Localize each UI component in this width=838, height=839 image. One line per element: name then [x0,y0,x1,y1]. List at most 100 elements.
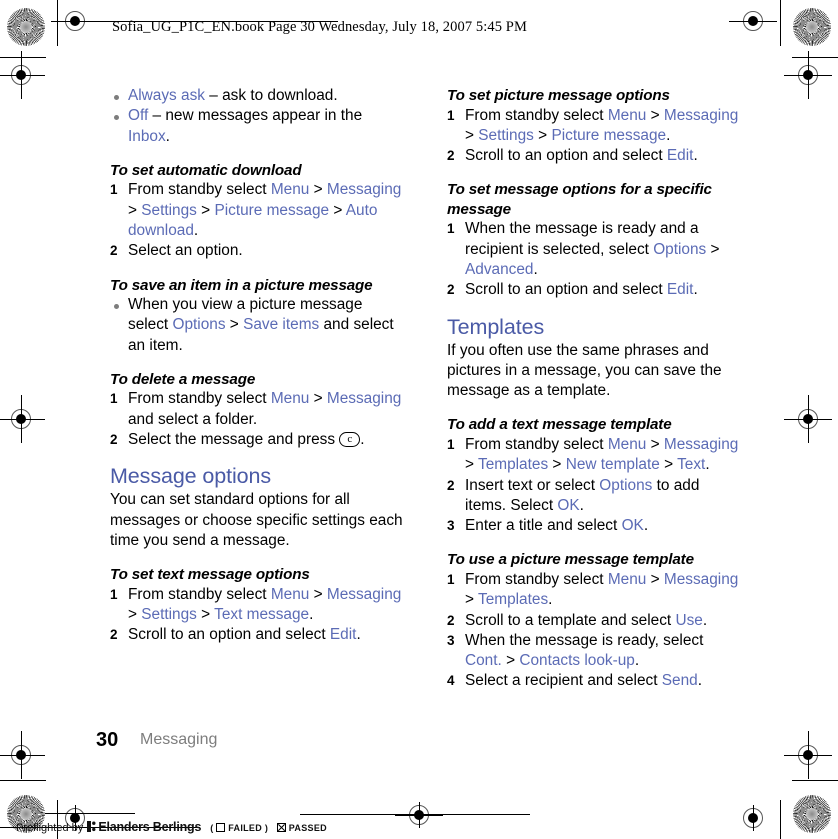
registration-mark-upper-right [784,51,832,99]
ui-path-link[interactable]: Send [662,672,698,689]
steps-text-message-options: From standby select Menu > Messaging > S… [110,585,405,646]
list-item: When you view a picture message select O… [110,295,405,356]
preflight-passed-label: PASSED [288,823,327,833]
list-item: Enter a title and select OK. [447,516,742,537]
path-separator: > [465,591,478,609]
preflight-prefix: Preflighted by [16,822,84,834]
print-rosette-target-top-right [793,8,831,46]
step-text: Scroll to an option and select [465,147,667,165]
ui-path-link[interactable]: Edit [330,626,357,643]
step-text: . [702,611,708,629]
ui-path-link[interactable]: New template [566,456,660,473]
ui-path-link[interactable]: Options [599,477,652,494]
list-item: From standby select Menu > Messaging > T… [447,435,742,476]
ui-path-link[interactable]: Cont. [465,652,502,669]
list-item: When the message is ready and a recipien… [447,219,742,280]
list-item: Always ask – ask to download. [110,86,405,106]
preflight-brand: Elanders Berlings [98,820,202,834]
heading-to-save-item: To save an item in a picture message [110,276,373,294]
ui-path-link[interactable]: Templates [478,591,548,608]
heading-to-add-text-message-template: To add a text message template [447,416,672,434]
ui-path-link[interactable]: OK [622,517,644,534]
registration-mark-lower-right [784,731,832,779]
ui-path-link[interactable]: Messaging [327,181,401,198]
heading-to-set-options-specific-message: To set message options for a specific me… [447,181,712,218]
step-text: . [193,221,199,239]
heading-to-set-text-message-options: To set text message options [110,566,310,584]
ui-path-link[interactable]: OK [557,497,579,514]
message-options-body: You can set standard options for all mes… [110,491,403,549]
ui-path-link[interactable]: Options [653,241,706,258]
step-text: Scroll to an option and select [465,281,667,299]
heading-to-set-picture-message-options: To set picture message options [447,87,670,104]
step-text: Enter a title and select [465,517,622,535]
option-inbox-link[interactable]: Inbox [128,128,166,145]
path-separator: > [501,652,520,670]
ui-path-link[interactable]: Picture message [214,202,329,219]
step-text: When the message is ready, select [465,631,704,649]
ui-path-link[interactable]: Menu [608,107,647,124]
list-item: Insert text or select Options to add ite… [447,476,742,517]
trim-rule-bottom-left-h2 [0,780,46,781]
ui-path-link[interactable]: Menu [271,181,310,198]
step-text: Scroll to an option and select [128,626,330,644]
ui-path-link[interactable]: Settings [141,202,197,219]
ui-path-link[interactable]: Messaging [664,107,738,124]
ui-path-link[interactable]: Advanced [465,261,533,278]
step-text: Select a recipient and select [465,672,662,690]
registration-mark-mid-left [0,395,45,443]
step-text: . [533,260,538,278]
ui-path-link[interactable]: Menu [271,390,310,407]
ui-path-link[interactable]: Messaging [327,586,401,603]
path-separator: > [646,106,664,124]
option-always-ask-link[interactable]: Always ask [128,87,205,104]
failed-paren-close: ) [264,823,269,833]
ui-path-link[interactable]: Save items [243,316,319,333]
ui-path-link[interactable]: Text [677,456,705,473]
step-text: . [666,126,671,144]
list-item: From standby select Menu > Messaging > S… [447,106,742,147]
failed-paren-open: ( [210,823,214,833]
path-separator: > [706,240,720,258]
checkbox-checked-icon [276,823,286,832]
registration-mark-bottom-center [395,802,443,828]
step-text: . [693,147,698,165]
ui-path-link[interactable]: Messaging [327,390,401,407]
steps-add-text-template: From standby select Menu > Messaging > T… [447,435,742,537]
ui-path-link[interactable]: Use [675,612,702,629]
ui-path-link[interactable]: Menu [608,571,647,588]
list-item: From standby select Menu > Messaging and… [110,389,405,430]
heading-templates: Templates [447,314,545,339]
path-separator: > [225,316,244,334]
ui-path-link[interactable]: Picture message [551,127,666,144]
step-text: From standby select [465,435,608,453]
step-text: . [356,626,361,644]
step-text: Scroll to a template and select [465,611,676,629]
path-separator: > [533,126,552,144]
steps-use-picture-template: From standby select Menu > Messaging > T… [447,570,742,692]
option-off-link[interactable]: Off [128,107,148,124]
path-separator: > [196,201,215,219]
ui-path-link[interactable]: Menu [608,436,647,453]
ui-path-link[interactable]: Templates [478,456,548,473]
ui-path-link[interactable]: Options [172,316,225,333]
ui-path-link[interactable]: Settings [478,127,534,144]
step-text: . [634,652,640,670]
heading-message-options: Message options [110,464,272,489]
list-item: Select the message and press c. [110,430,405,451]
step-text: . [643,517,649,535]
ui-path-link[interactable]: Menu [271,586,310,603]
ui-path-link[interactable]: Messaging [664,571,738,588]
ui-path-link[interactable]: Edit [667,147,694,164]
ui-path-link[interactable]: Text message [214,606,309,623]
ui-path-link[interactable]: Settings [141,606,197,623]
preflight-stamp: Preflighted by Elanders Berlings ( FAILE… [16,820,327,834]
ui-path-link[interactable]: Messaging [664,436,738,453]
step-text: . [309,606,314,624]
path-separator: > [465,126,479,144]
path-separator: > [309,585,327,603]
steps-specific-message-options: When the message is ready and a recipien… [447,219,742,300]
ui-path-link[interactable]: Edit [667,281,694,298]
ui-path-link[interactable]: Contacts look-up [519,652,635,669]
print-rosette-target-bottom-right [793,795,831,833]
